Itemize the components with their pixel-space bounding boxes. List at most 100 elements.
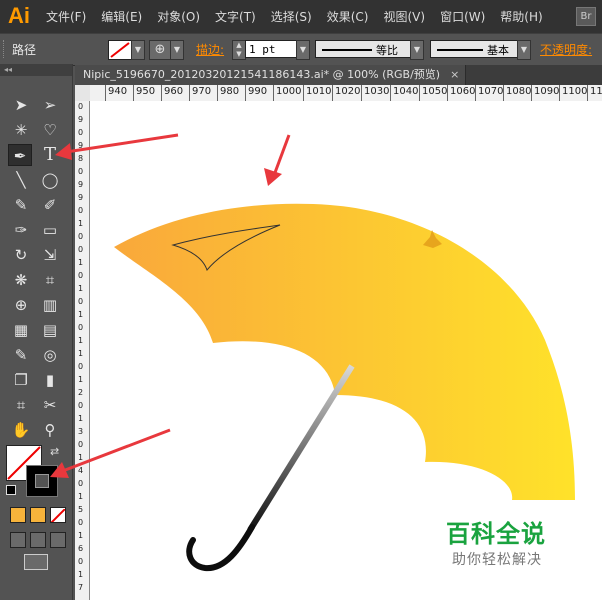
ellipse-tool-icon[interactable]: ◯ — [38, 169, 62, 191]
variable-width-profile[interactable]: 等比 — [315, 40, 423, 58]
ruler-label: 1 — [78, 258, 84, 267]
free-transform-tool-icon[interactable]: ⌗ — [38, 269, 62, 291]
line-segment-tool-icon[interactable]: ╲ — [9, 169, 33, 191]
opacity-label[interactable]: 不透明度: — [540, 41, 592, 58]
ruler-label: 6 — [78, 544, 84, 553]
vertical-ruler[interactable]: 0 9 0 9 8 0 9 9 0 1 0 0 1 0 1 0 1 0 1 1 0 1 2 0 1 3 0 1 4 0 1 5 0 1 6 0 1 7 — [75, 101, 90, 600]
menu-type[interactable]: 文字(T) — [215, 8, 256, 25]
ruler-label: 0 — [78, 245, 84, 254]
symbol-sprayer-tool-icon[interactable]: ❐ — [9, 369, 33, 391]
stroke-swatch[interactable] — [26, 465, 58, 497]
eraser-tool-icon[interactable]: ▭ — [38, 219, 62, 241]
menu-window[interactable]: 窗口(W) — [440, 8, 485, 25]
mesh-tool-icon[interactable]: ▦ — [9, 319, 33, 341]
column-graph-tool-icon[interactable]: ▮ — [38, 369, 62, 391]
ruler-label: 1 — [78, 492, 84, 501]
draw-normal-icon[interactable] — [10, 532, 26, 548]
ruler-label: 1 — [78, 310, 84, 319]
ruler-label: 1100 — [559, 85, 587, 101]
stroke-weight-dropdown[interactable]: ▼ — [296, 40, 310, 60]
artboard-tool-icon[interactable]: ⌗ — [9, 394, 33, 416]
ruler-label: 1 — [78, 570, 84, 579]
brush-definition[interactable]: 基本 — [430, 40, 530, 58]
perspective-grid-tool-icon[interactable]: ▥ — [38, 294, 62, 316]
color-mode-icon[interactable] — [10, 507, 26, 523]
menu-file[interactable]: 文件(F) — [46, 8, 86, 25]
menu-effect[interactable]: 效果(C) — [327, 8, 369, 25]
warp-tool-icon[interactable]: ❋ — [9, 269, 33, 291]
brush-dropdown-arrow[interactable]: ▼ — [517, 40, 531, 60]
ruler-label: 0 — [78, 297, 84, 306]
pen-tool-icon[interactable]: ✒ — [8, 144, 32, 166]
draw-inside-icon[interactable] — [50, 532, 66, 548]
direct-selection-tool-icon[interactable]: ➢ — [38, 94, 62, 116]
magic-wand-tool-icon[interactable]: ✳ — [9, 119, 33, 141]
ruler-label: 0 — [78, 271, 84, 280]
bridge-button[interactable]: Br — [576, 7, 596, 26]
ruler-label: 9 — [78, 193, 84, 202]
type-tool-icon[interactable]: T — [38, 144, 62, 166]
ruler-label: 1080 — [503, 85, 531, 101]
umbrella-shaft[interactable] — [247, 364, 355, 532]
tools-panel: ◂◂ ➤ ➢ ✳ ♡ ✒ T ╲ ◯ ✎ ✐ ✑ ▭ ↻ ⇲ ❋ ⌗ ⊕ ▥ ▦… — [0, 64, 73, 600]
stroke-label[interactable]: 描边: — [196, 41, 224, 58]
horizontal-ruler[interactable]: 940 950 960 970 980 990 1000 1010 1020 1… — [90, 85, 602, 102]
selection-tool-icon[interactable]: ➤ — [9, 94, 33, 116]
fill-dropdown-arrow[interactable]: ▼ — [131, 40, 145, 60]
menu-bar: Ai 文件(F) 编辑(E) 对象(O) 文字(T) 选择(S) 效果(C) 视… — [0, 0, 602, 33]
document-tab[interactable]: Nipic_5196670_20120320121541186143.ai* @… — [75, 65, 467, 85]
ruler-label: 1 — [78, 336, 84, 345]
menu-object[interactable]: 对象(O) — [157, 8, 200, 25]
annotation-arrows — [264, 134, 291, 186]
none-mode-icon[interactable] — [50, 507, 66, 523]
close-tab-icon[interactable]: × — [450, 68, 459, 81]
eyedropper-tool-icon[interactable]: ✎ — [9, 344, 33, 366]
stroke-dropdown-arrow[interactable]: ▼ — [170, 40, 184, 60]
tools-panel-header[interactable]: ◂◂ — [0, 64, 72, 76]
stroke-weight-input[interactable]: 1 pt — [245, 40, 297, 58]
pencil-tool-icon[interactable]: ✐ — [38, 194, 62, 216]
blob-brush-tool-icon[interactable]: ✑ — [9, 219, 33, 241]
ruler-label: 7 — [78, 583, 84, 592]
ruler-label: 11 — [587, 85, 602, 101]
stroke-target-icon[interactable]: ⊕ — [149, 40, 171, 60]
menu-select[interactable]: 选择(S) — [271, 8, 312, 25]
menu-view[interactable]: 视图(V) — [383, 8, 425, 25]
blend-tool-icon[interactable]: ◎ — [38, 344, 62, 366]
rotate-tool-icon[interactable]: ↻ — [9, 244, 33, 266]
menu-edit[interactable]: 编辑(E) — [101, 8, 142, 25]
menu-help[interactable]: 帮助(H) — [500, 8, 542, 25]
umbrella-handle[interactable] — [186, 524, 255, 572]
shape-builder-tool-icon[interactable]: ⊕ — [9, 294, 33, 316]
panel-grip[interactable] — [3, 40, 7, 58]
default-fill-stroke-icon[interactable] — [6, 485, 16, 495]
ruler-label: 1050 — [419, 85, 447, 101]
slice-tool-icon[interactable]: ✂ — [38, 394, 62, 416]
gradient-tool-icon[interactable]: ▤ — [38, 319, 62, 341]
ruler-label: 4 — [78, 466, 84, 475]
ruler-label: 2 — [78, 388, 84, 397]
ruler-label: 9 — [78, 180, 84, 189]
ruler-label: 0 — [78, 440, 84, 449]
hand-tool-icon[interactable]: ✋ — [9, 419, 33, 441]
fill-swatch-control[interactable] — [108, 40, 132, 60]
ruler-label: 0 — [78, 128, 84, 137]
none-swatch-icon — [110, 42, 130, 58]
draw-behind-icon[interactable] — [30, 532, 46, 548]
ruler-label: 1020 — [332, 85, 360, 101]
fill-stroke-control: ⇄ — [6, 445, 66, 497]
lasso-tool-icon[interactable]: ♡ — [38, 119, 62, 141]
profile-dropdown-arrow[interactable]: ▼ — [410, 40, 424, 60]
ruler-label: 1 — [78, 284, 84, 293]
screen-mode-icon[interactable] — [24, 554, 48, 570]
swap-fill-stroke-icon[interactable]: ⇄ — [50, 445, 59, 458]
gradient-mode-icon[interactable] — [30, 507, 46, 523]
paintbrush-tool-icon[interactable]: ✎ — [9, 194, 33, 216]
ruler-label: 1 — [78, 349, 84, 358]
scale-tool-icon[interactable]: ⇲ — [38, 244, 62, 266]
ruler-origin[interactable] — [75, 85, 91, 102]
document-title: Nipic_5196670_20120320121541186143.ai* @… — [83, 68, 441, 81]
ruler-label: 8 — [78, 154, 84, 163]
zoom-tool-icon[interactable]: ⚲ — [38, 419, 62, 441]
stroke-weight-stepper[interactable]: ▲ ▼ — [232, 40, 246, 60]
